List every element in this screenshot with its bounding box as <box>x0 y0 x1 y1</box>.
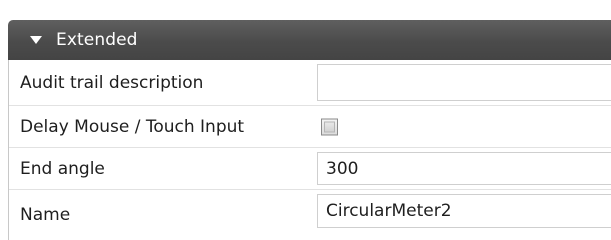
property-label: Name <box>20 205 71 225</box>
collapse-arrow-icon[interactable] <box>30 36 42 44</box>
section-title: Extended <box>56 30 138 50</box>
delay-mouse-touch-input-checkbox[interactable] <box>321 118 338 135</box>
property-row-end-angle: End angle 300 <box>9 148 611 190</box>
property-label: Delay Mouse / Touch Input <box>20 116 245 137</box>
end-angle-input[interactable]: 300 <box>317 152 611 185</box>
property-label: Audit trail description <box>20 72 204 93</box>
property-label: End angle <box>20 158 105 179</box>
property-row-audit-trail-description: Audit trail description <box>9 60 611 106</box>
extended-section-header[interactable]: Extended <box>8 20 611 60</box>
property-row-delay-mouse-touch-input: Delay Mouse / Touch Input <box>9 106 611 148</box>
name-input[interactable]: CircularMeter2 <box>317 194 611 228</box>
property-row-name: Name CircularMeter2 <box>9 190 611 240</box>
property-grid-panel: Extended Audit trail description Delay M… <box>0 0 611 240</box>
audit-trail-description-input[interactable] <box>317 64 611 101</box>
property-grid: Audit trail description Delay Mouse / To… <box>8 60 611 240</box>
property-value: 300 <box>326 158 359 179</box>
property-value: CircularMeter2 <box>326 201 452 221</box>
